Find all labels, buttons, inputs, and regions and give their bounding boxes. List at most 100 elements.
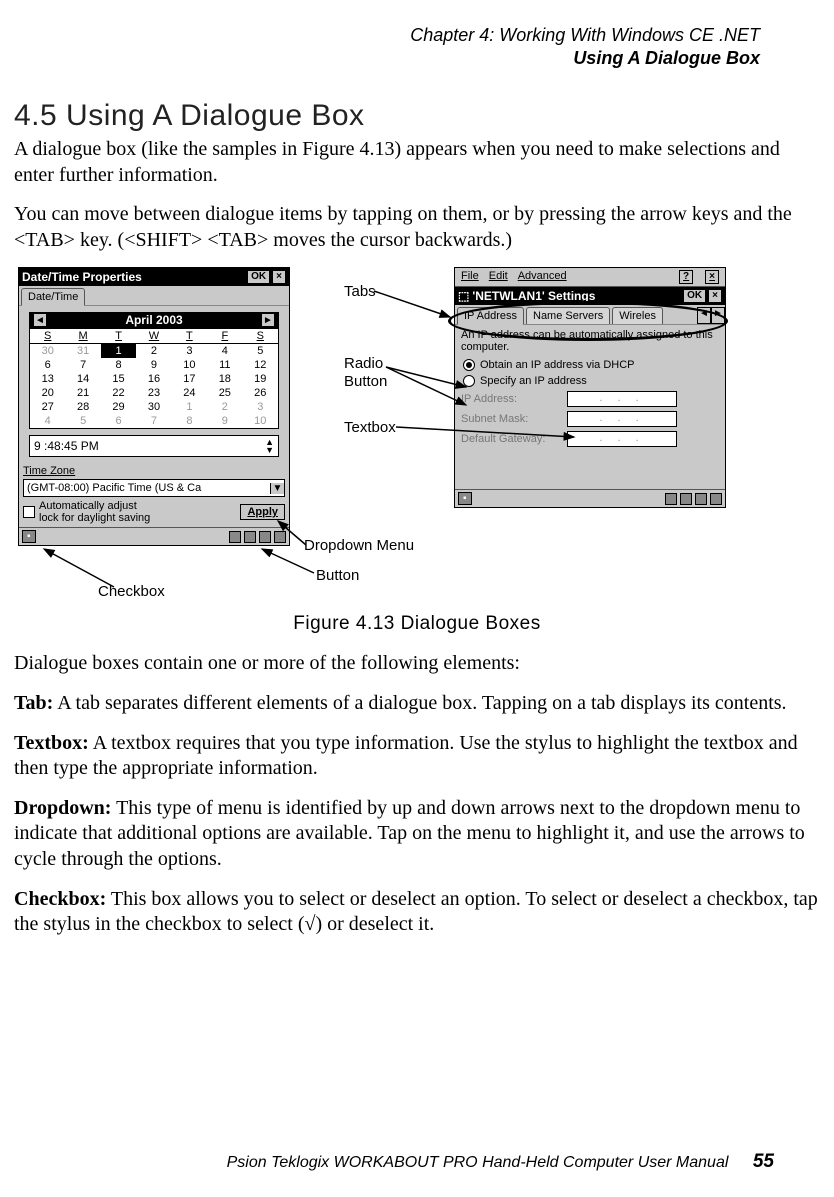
calendar-day[interactable]: 23 xyxy=(136,386,171,400)
close-button[interactable]: × xyxy=(272,270,286,284)
help-button[interactable]: ? xyxy=(679,270,693,284)
calendar-day[interactable]: 31 xyxy=(65,344,100,359)
start-button[interactable]: ▪ xyxy=(22,530,36,543)
calendar-day[interactable]: 2 xyxy=(136,344,171,359)
calendar-day[interactable]: 7 xyxy=(65,358,100,372)
timezone-dropdown[interactable]: (GMT-08:00) Pacific Time (US & Ca ▼ xyxy=(23,479,285,497)
checkbox-definition: Checkbox: This box allows you to select … xyxy=(14,887,820,938)
calendar[interactable]: SMTWTFS303112345678910111213141516171819… xyxy=(29,328,279,429)
calendar-day[interactable]: 1 xyxy=(101,344,136,359)
elements-intro: Dialogue boxes contain one or more of th… xyxy=(14,651,820,677)
calendar-day[interactable]: 12 xyxy=(243,358,278,372)
calendar-day[interactable]: 19 xyxy=(243,372,278,386)
calendar-day[interactable]: 6 xyxy=(101,414,136,428)
calendar-day[interactable]: 25 xyxy=(207,386,242,400)
tray-icon[interactable] xyxy=(680,493,692,505)
calendar-day[interactable]: 7 xyxy=(136,414,171,428)
tray-icon[interactable] xyxy=(695,493,707,505)
menu-advanced[interactable]: Advanced xyxy=(518,270,567,284)
radio-specify-row[interactable]: Specify an IP address xyxy=(455,373,725,389)
calendar-day[interactable]: 2 xyxy=(207,400,242,414)
checkbox-text-2: lock for daylight saving xyxy=(39,512,150,524)
month-label: April 2003 xyxy=(125,313,182,327)
calendar-day[interactable]: 16 xyxy=(136,372,171,386)
callout-radio-2: Button xyxy=(344,373,387,390)
daylight-checkbox[interactable] xyxy=(23,506,35,518)
calendar-day[interactable]: 11 xyxy=(207,358,242,372)
calendar-day[interactable]: 18 xyxy=(207,372,242,386)
tray-icon[interactable] xyxy=(259,531,271,543)
figure-caption: Figure 4.13 Dialogue Boxes xyxy=(14,613,820,635)
calendar-day[interactable]: 27 xyxy=(30,400,65,414)
dropdown-arrow-icon[interactable]: ▼ xyxy=(270,483,284,494)
calendar-day[interactable]: 9 xyxy=(207,414,242,428)
callout-checkbox: Checkbox xyxy=(98,583,165,600)
subnet-input[interactable]: . . . xyxy=(567,411,677,427)
calendar-day[interactable]: 4 xyxy=(30,414,65,428)
tray-icon[interactable] xyxy=(229,531,241,543)
calendar-day[interactable]: 8 xyxy=(101,358,136,372)
radio-specify[interactable] xyxy=(463,375,475,387)
checkbox-text-1: Automatically adjust xyxy=(39,500,137,512)
calendar-day[interactable]: 5 xyxy=(65,414,100,428)
calendar-day[interactable]: 10 xyxy=(172,358,207,372)
menu-file[interactable]: File xyxy=(461,270,479,284)
close-button[interactable]: × xyxy=(705,270,719,284)
running-header: Chapter 4: Working With Windows CE .NET … xyxy=(14,24,760,69)
calendar-day[interactable]: 30 xyxy=(30,344,65,359)
menu-edit[interactable]: Edit xyxy=(489,270,508,284)
apply-button[interactable]: Apply xyxy=(240,504,285,520)
intro-para-2: You can move between dialogue items by t… xyxy=(14,202,820,253)
calendar-day[interactable]: 3 xyxy=(243,400,278,414)
calendar-day[interactable]: 10 xyxy=(243,414,278,428)
datetime-window: Date/Time Properties OK × Date/Time ◄ Ap… xyxy=(18,267,290,546)
ip-row: IP Address: . . . xyxy=(455,389,725,409)
calendar-day[interactable]: 5 xyxy=(243,344,278,359)
daylight-row: Automatically adjust lock for daylight s… xyxy=(19,497,289,527)
radio-dhcp[interactable] xyxy=(463,359,475,371)
callout-radio-1: Radio xyxy=(344,355,383,372)
intro-para-1: A dialogue box (like the samples in Figu… xyxy=(14,137,820,188)
tray-icon[interactable] xyxy=(710,493,722,505)
calendar-day[interactable]: 8 xyxy=(172,414,207,428)
gateway-row: Default Gateway: . . . xyxy=(455,429,725,449)
time-input[interactable]: 9 :48:45 PM ▲▼ xyxy=(29,435,279,457)
dropdown-definition: Dropdown: This type of menu is identifie… xyxy=(14,796,820,873)
tray-icon[interactable] xyxy=(244,531,256,543)
calendar-day[interactable]: 28 xyxy=(65,400,100,414)
callout-button: Button xyxy=(316,567,359,584)
calendar-day[interactable]: 29 xyxy=(101,400,136,414)
taskbar-left: ▪ xyxy=(19,527,289,545)
next-month-icon[interactable]: ► xyxy=(261,313,275,327)
subnet-label: Subnet Mask: xyxy=(461,413,561,425)
net-ok-button[interactable]: OK xyxy=(683,289,706,303)
calendar-day[interactable]: 9 xyxy=(136,358,171,372)
calendar-day[interactable]: 14 xyxy=(65,372,100,386)
gateway-input[interactable]: . . . xyxy=(567,431,677,447)
calendar-day[interactable]: 22 xyxy=(101,386,136,400)
taskbar-right: ▪ xyxy=(455,489,725,507)
radio-dhcp-row[interactable]: Obtain an IP address via DHCP xyxy=(455,357,725,373)
calendar-day[interactable]: 26 xyxy=(243,386,278,400)
calendar-day[interactable]: 30 xyxy=(136,400,171,414)
calendar-day[interactable]: 21 xyxy=(65,386,100,400)
calendar-day[interactable]: 17 xyxy=(172,372,207,386)
tray-icon[interactable] xyxy=(665,493,677,505)
tab-datetime[interactable]: Date/Time xyxy=(21,288,85,306)
calendar-day[interactable]: 3 xyxy=(172,344,207,359)
ip-input[interactable]: . . . xyxy=(567,391,677,407)
radio-dhcp-label: Obtain an IP address via DHCP xyxy=(480,359,634,371)
calendar-day[interactable]: 24 xyxy=(172,386,207,400)
calendar-day[interactable]: 13 xyxy=(30,372,65,386)
section-line: Using A Dialogue Box xyxy=(14,47,760,70)
prev-month-icon[interactable]: ◄ xyxy=(33,313,47,327)
calendar-day[interactable]: 1 xyxy=(172,400,207,414)
start-button[interactable]: ▪ xyxy=(458,492,472,505)
net-close-button[interactable]: × xyxy=(708,289,722,303)
calendar-day[interactable]: 15 xyxy=(101,372,136,386)
calendar-day[interactable]: 20 xyxy=(30,386,65,400)
calendar-day[interactable]: 6 xyxy=(30,358,65,372)
tray-icon[interactable] xyxy=(274,531,286,543)
calendar-day[interactable]: 4 xyxy=(207,344,242,359)
ok-button[interactable]: OK xyxy=(247,270,270,284)
